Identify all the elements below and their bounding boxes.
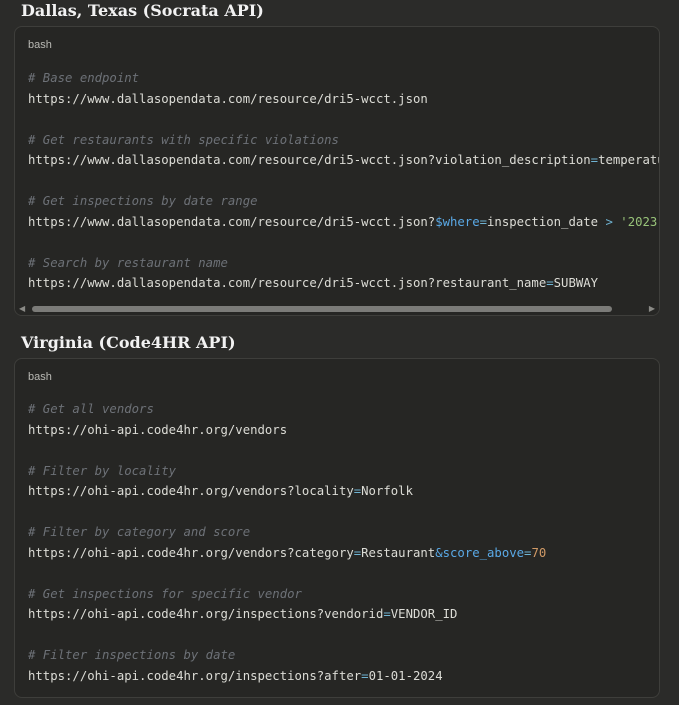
code-comment-line: # Filter inspections by date — [28, 645, 659, 666]
code-token: https://www.dallasopendata.com/resource/… — [28, 153, 591, 167]
code-token: $where — [435, 214, 480, 229]
code-block-virginia[interactable]: bash # Get all vendors https://ohi-api.co… — [14, 358, 660, 698]
code-token: inspection_date — [487, 214, 606, 229]
code-token: > — [605, 214, 613, 229]
code-token: https://www.dallasopendata.com/resource/… — [28, 214, 436, 229]
code-token: temperatur — [598, 153, 659, 167]
code-url-line: https://ohi-api.code4hr.org/vendors?cate… — [28, 543, 659, 564]
code-comment-line: # Filter by locality — [28, 461, 659, 482]
code-comment: # Get restaurants with specific violatio… — [28, 132, 339, 147]
code-content[interactable]: # Base endpoint https://www.dallasopendat… — [28, 68, 659, 294]
code-comment: # Get all vendors — [28, 402, 154, 416]
code-language-label: bash — [28, 39, 52, 51]
code-comment-line: # Base endpoint — [28, 68, 659, 89]
code-comment-line: # Get restaurants with specific violatio… — [28, 130, 659, 151]
code-comment: # Filter inspections by date — [28, 648, 236, 662]
code-token: https://ohi-api.code4hr.org/vendors?loca… — [28, 484, 354, 498]
scrollbar-thumb[interactable] — [32, 306, 612, 312]
code-comment-line: # Get all vendors — [28, 399, 659, 420]
code-comment-line: # Get inspections by date range — [28, 191, 659, 212]
code-comment: # Base endpoint — [28, 71, 140, 85]
code-token: = — [479, 214, 488, 229]
code-token: https://ohi-api.code4hr.org/inspections?… — [28, 668, 362, 683]
code-language-label: bash — [28, 371, 52, 383]
code-token: = — [590, 153, 599, 167]
code-comment: # Get inspections by date range — [28, 194, 258, 208]
code-token: SUBWAY — [553, 276, 599, 290]
code-token: https://ohi-api.code4hr.org/vendors — [28, 422, 288, 437]
code-comment: # Filter by locality — [28, 463, 177, 478]
code-comment: # Search by restaurant name — [28, 255, 228, 270]
code-token: 01-01-2024 — [368, 668, 443, 683]
code-token: = — [383, 607, 391, 621]
code-token: VENDOR_ID — [390, 607, 458, 621]
code-comment-line: # Filter by category and score — [28, 522, 659, 543]
code-token: Norfolk — [361, 484, 413, 498]
code-token: 70 — [531, 545, 547, 560]
code-comment: # Filter by category and score — [28, 525, 251, 539]
scroll-left-icon[interactable]: ◀ — [19, 305, 25, 313]
code-url-line: https://www.dallasopendata.com/resource/… — [28, 150, 659, 171]
code-comment-line: # Search by restaurant name — [28, 253, 659, 274]
code-token: https://ohi-api.code4hr.org/inspections?… — [28, 607, 384, 621]
code-token: '2023-0 — [620, 214, 659, 229]
code-token: = — [361, 668, 369, 683]
code-token: Restaurant — [361, 545, 436, 560]
code-comment: # Get inspections for specific vendor — [28, 586, 302, 601]
code-comment-line: # Get inspections for specific vendor — [28, 584, 659, 605]
section-title-dallas: Dallas, Texas (Socrata API) — [21, 1, 264, 20]
section-title-virginia: Virginia (Code4HR API) — [21, 333, 236, 352]
scroll-right-icon[interactable]: ▶ — [649, 305, 655, 313]
code-url-line: https://www.dallasopendata.com/resource/… — [28, 89, 659, 110]
code-token: https://ohi-api.code4hr.org/vendors?cate… — [28, 545, 354, 560]
code-token: &score_above — [435, 545, 525, 560]
code-block-dallas[interactable]: bash # Base endpoint https://www.dallasop… — [14, 26, 660, 316]
code-token: https://www.dallasopendata.com/resource/… — [28, 276, 547, 290]
code-url-line: https://ohi-api.code4hr.org/vendors?loca… — [28, 481, 659, 502]
code-url-line: https://ohi-api.code4hr.org/inspections?… — [28, 666, 659, 687]
code-token: https://www.dallasopendata.com/resource/… — [28, 91, 428, 106]
code-url-line: https://www.dallasopendata.com/resource/… — [28, 273, 659, 294]
code-token: = — [546, 276, 554, 290]
code-url-line: https://ohi-api.code4hr.org/inspections?… — [28, 604, 659, 625]
code-content[interactable]: # Get all vendors https://ohi-api.code4hr… — [28, 399, 659, 686]
horizontal-scrollbar[interactable]: ◀ ▶ — [15, 303, 659, 315]
code-url-line: https://ohi-api.code4hr.org/vendors — [28, 420, 659, 441]
code-url-line: https://www.dallasopendata.com/resource/… — [28, 212, 659, 233]
